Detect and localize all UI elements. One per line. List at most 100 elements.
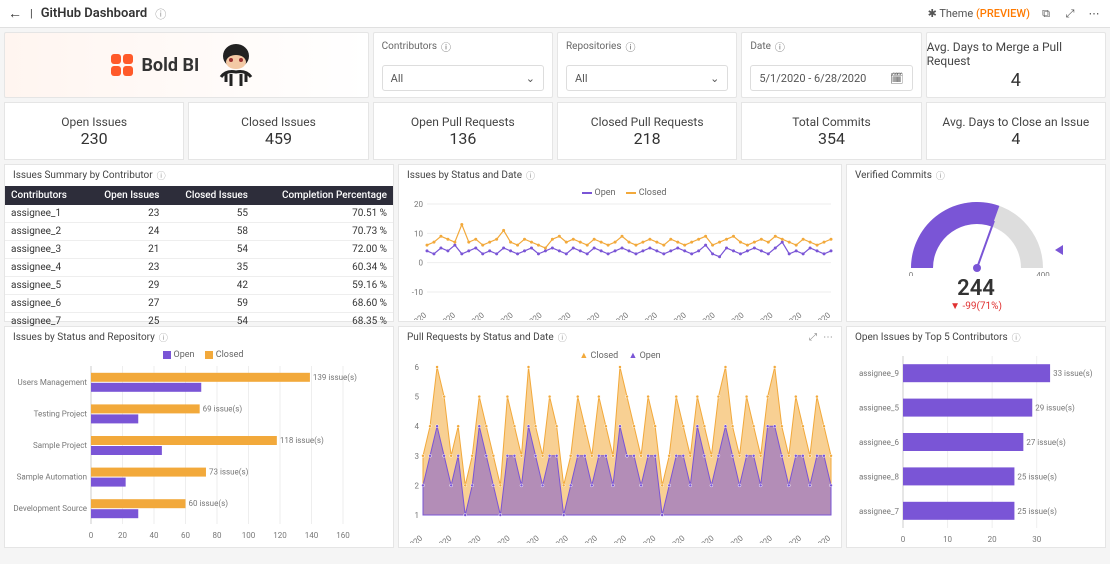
stat-card: Avg. Days to Close an Issue4 [926,102,1106,160]
divider: | [30,7,33,20]
topbar: ← | GitHub Dashboard ⓘ ✱ Theme (PREVIEW)… [0,0,1110,28]
svg-text:160: 160 [336,531,350,540]
svg-text:5: 5 [415,393,420,402]
line-chart-legend: Open Closed [399,186,841,200]
svg-text:Sample Automation: Sample Automation [17,473,87,482]
link-icon[interactable]: ⧉ [1038,6,1054,22]
svg-text:4: 4 [415,422,420,431]
table-row[interactable]: assignee_3215472.00 % [5,241,393,259]
avg-merge-card: Avg. Days to Merge a Pull Request 4 [926,32,1106,98]
date-range-select[interactable]: 5/1/2020 - 6/28/2020🗓 [750,65,912,91]
svg-text:Development Source: Development Source [13,504,87,513]
info-icon[interactable]: ⓘ [626,39,636,54]
svg-text:05/01/2020: 05/01/2020 [399,533,425,543]
gauge-delta: ▼ -99(71%) [847,301,1105,312]
table-row[interactable]: assignee_1235570.51 % [5,205,393,223]
info-icon[interactable]: ⓘ [441,39,451,54]
chevron-down-icon: ⌄ [526,72,535,85]
expand-icon[interactable]: ⤢ [809,332,817,343]
filter-repositories: Repositoriesⓘ All⌄ [557,32,737,98]
info-icon[interactable]: ⓘ [159,331,168,344]
repositories-select[interactable]: All⌄ [566,65,728,91]
svg-text:2: 2 [415,481,420,490]
svg-text:assignee_9: assignee_9 [859,369,899,378]
svg-text:0: 0 [901,535,906,544]
svg-text:assignee_7: assignee_7 [859,507,900,516]
svg-text:Sample Project: Sample Project [33,441,87,450]
fullscreen-icon[interactable]: ⤢ [1062,6,1078,22]
stat-row: Open Issues230Closed Issues459Open Pull … [0,102,1110,164]
svg-text:80: 80 [213,531,222,540]
svg-text:400: 400 [1036,271,1050,276]
svg-text:20: 20 [118,531,127,540]
svg-text:6: 6 [415,363,420,372]
issues-status-date-panel: Issues by Status and Dateⓘ Open Closed -… [398,164,842,322]
svg-text:assignee_8: assignee_8 [859,472,900,481]
filter-date: Dateⓘ 5/1/2020 - 6/28/2020🗓 [741,32,921,98]
info-icon[interactable]: ⓘ [558,331,567,344]
svg-text:0: 0 [909,271,914,276]
calendar-icon: 🗓 [890,72,904,85]
filter-contributors: Contributorsⓘ All⌄ [373,32,553,98]
stat-card: Closed Issues459 [188,102,368,160]
more-icon[interactable]: ⋯ [1086,6,1102,22]
pr-area-chart[interactable]: 12345605/01/202005/05/202005/09/202005/1… [399,363,839,543]
octocat-icon [211,42,261,88]
pr-status-date-panel: Pull Requests by Status and Dateⓘ ⤢⋯ ▲ C… [398,326,842,548]
contributors-select[interactable]: All⌄ [382,65,544,91]
table-row[interactable]: assignee_4233560.34 % [5,259,393,277]
info-icon[interactable]: ⓘ [1012,331,1021,344]
svg-text:20: 20 [414,200,423,209]
repo-legend: Open Closed [5,348,393,362]
svg-text:0: 0 [419,259,424,268]
svg-text:69 issue(s): 69 issue(s) [203,404,243,413]
svg-text:assignee_6: assignee_6 [859,438,900,447]
svg-text:1: 1 [415,511,420,520]
svg-text:140: 140 [305,531,319,540]
svg-text:139 issue(s): 139 issue(s) [313,373,357,382]
svg-text:100: 100 [242,531,256,540]
svg-text:33 issue(s): 33 issue(s) [1053,369,1093,378]
svg-text:0: 0 [89,531,94,540]
stat-card: Open Pull Requests136 [373,102,553,160]
svg-text:25 issue(s): 25 issue(s) [1017,472,1057,481]
table-row[interactable]: assignee_5294259.16 % [5,277,393,295]
table-row[interactable]: assignee_6275968.60 % [5,295,393,313]
top5-bar-chart[interactable]: 0 10 20 30 assignee_9 33 issue(s) assignee_5 29… [847,348,1105,546]
back-icon[interactable]: ← [8,5,22,22]
info-icon[interactable]: ⓘ [775,39,785,54]
info-icon[interactable]: ⓘ [526,169,535,182]
svg-text:25 issue(s): 25 issue(s) [1017,507,1057,516]
svg-text:27 issue(s): 27 issue(s) [1026,438,1066,447]
svg-text:29 issue(s): 29 issue(s) [1035,404,1075,413]
verified-commits-gauge: 0 400 [847,186,1107,276]
svg-text:60: 60 [181,531,190,540]
svg-text:20: 20 [988,535,997,544]
table-row[interactable]: assignee_2245870.73 % [5,223,393,241]
svg-text:3: 3 [415,452,420,461]
svg-text:Testing Project: Testing Project [34,409,88,418]
info-icon[interactable]: ⓘ [157,169,166,182]
logo-card: Bold BI [4,32,369,98]
chevron-down-icon: ⌄ [710,72,719,85]
svg-text:assignee_5: assignee_5 [859,404,900,413]
theme-toggle[interactable]: ✱ Theme (PREVIEW) [928,7,1030,20]
more-icon[interactable]: ⋯ [823,332,833,343]
issues-table-panel: Issues Summary by Contributorⓘ Contribut… [4,164,394,322]
stat-card: Open Issues230 [4,102,184,160]
svg-text:73 issue(s): 73 issue(s) [209,468,249,477]
svg-text:10: 10 [414,229,423,238]
svg-text:-10: -10 [412,288,424,297]
svg-text:Users Management: Users Management [17,378,87,387]
info-icon[interactable]: ⓘ [155,6,166,22]
issues-status-repo-panel: Issues by Status and Repositoryⓘ Open Cl… [4,326,394,548]
stat-card: Closed Pull Requests218 [557,102,737,160]
svg-text:30: 30 [1032,535,1041,544]
page-title: GitHub Dashboard [41,6,148,21]
svg-text:10: 10 [943,535,952,544]
verified-commits-panel: Verified Commitsⓘ 0400 244 ▼ -99(71%) [846,164,1106,322]
svg-text:60 issue(s): 60 issue(s) [189,499,229,508]
info-icon[interactable]: ⓘ [936,169,945,182]
issues-repo-bar-chart[interactable]: 020406080100120140160Users Management139… [5,362,393,544]
issues-line-chart[interactable]: -100102005/01/202005/05/202005/09/202005… [399,200,839,320]
